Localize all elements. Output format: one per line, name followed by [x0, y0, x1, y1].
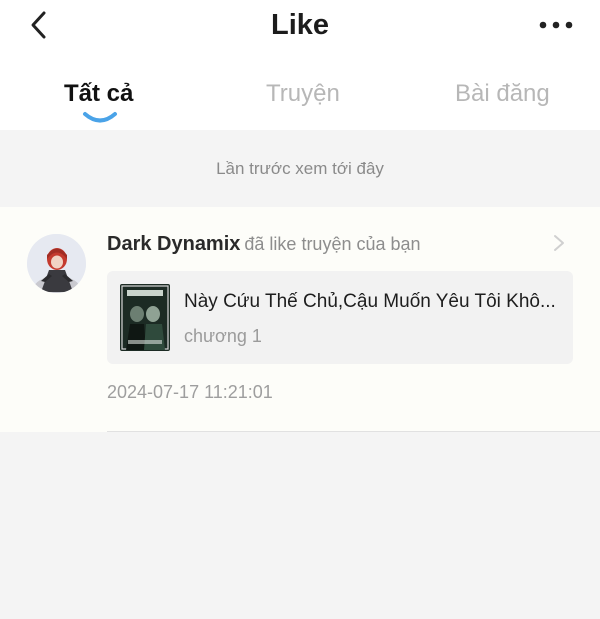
app-header: Like Tất cả Truyện Bài đăng — [0, 0, 600, 130]
notification-action: đã like truyện của bạn — [244, 234, 421, 254]
more-horizontal-icon — [539, 21, 573, 29]
notification-text: Dark Dynamix đã like truyện của bạn — [107, 230, 421, 258]
username-link[interactable]: Dark Dynamix — [107, 233, 240, 255]
tab-posts[interactable]: Bài đăng — [455, 78, 550, 110]
notification-timestamp: 2024-07-17 11:21:01 — [107, 382, 273, 402]
avatar-image — [27, 234, 86, 293]
chevron-right-icon[interactable] — [551, 233, 567, 253]
last-viewed-notice: Lần trước xem tới đây — [216, 159, 384, 178]
story-cover — [120, 284, 170, 351]
story-chapter: chương 1 — [184, 326, 262, 346]
tab-all[interactable]: Tất cả — [64, 78, 133, 110]
story-preview[interactable]: Này Cứu Thế Chủ,Cậu Muốn Yêu Tôi Khô... … — [107, 271, 573, 364]
more-button[interactable] — [532, 10, 580, 40]
avatar[interactable] — [27, 234, 86, 293]
notification-item[interactable]: Dark Dynamix đã like truyện của bạn Này C… — [0, 207, 600, 432]
divider — [107, 431, 600, 432]
page-title: Like — [270, 9, 330, 41]
story-title: Này Cứu Thế Chủ,Cậu Muốn Yêu Tôi Khô... — [184, 291, 556, 312]
story-cover-image — [120, 284, 170, 351]
active-tab-indicator — [83, 112, 117, 123]
tab-stories[interactable]: Truyện — [266, 78, 340, 110]
